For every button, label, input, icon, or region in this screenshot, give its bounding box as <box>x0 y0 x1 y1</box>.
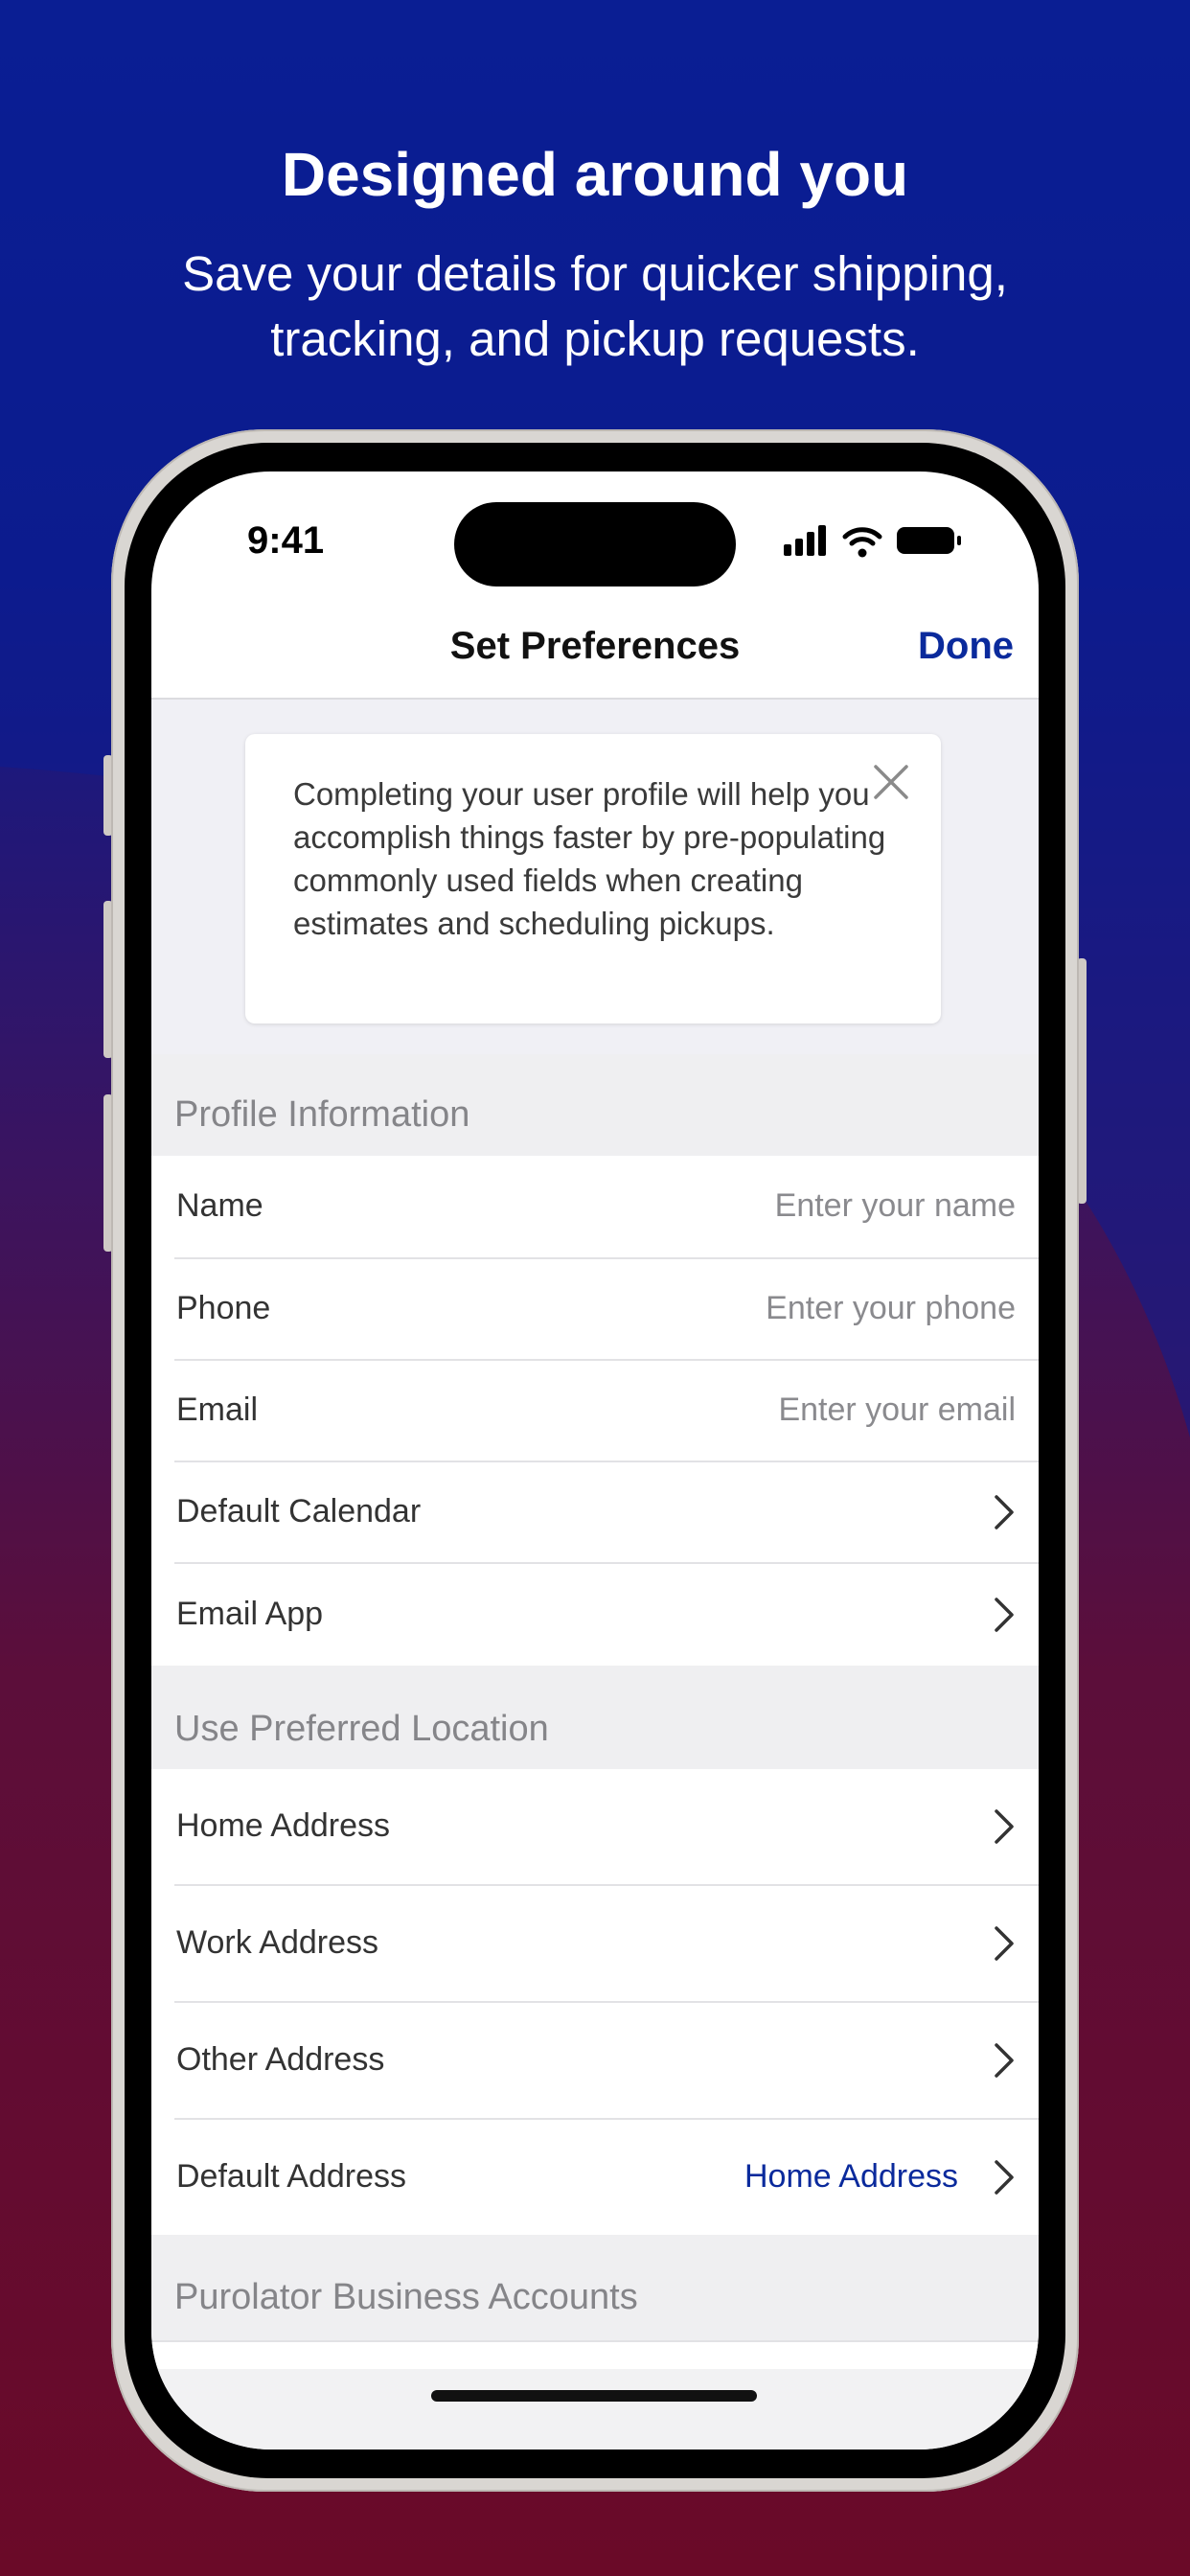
email-input[interactable]: Enter your email <box>778 1392 1016 1429</box>
default-address-label: Default Address <box>176 2158 407 2195</box>
done-button[interactable]: Done <box>918 625 1014 668</box>
other-address-row[interactable]: Other Address <box>151 2003 1039 2118</box>
home-indicator[interactable] <box>431 2390 757 2402</box>
close-icon[interactable] <box>872 763 910 801</box>
phone-label: Phone <box>176 1290 271 1326</box>
default-calendar-row[interactable]: Default Calendar <box>151 1462 1039 1562</box>
dynamic-island <box>454 502 736 586</box>
email-app-row[interactable]: Email App <box>151 1564 1039 1666</box>
phone-row[interactable]: Phone Enter your phone <box>151 1259 1039 1359</box>
home-indicator-area <box>151 2369 1039 2450</box>
name-input[interactable]: Enter your name <box>775 1187 1016 1225</box>
work-address-row[interactable]: Work Address <box>151 1886 1039 2001</box>
chevron-right-icon <box>995 1598 1014 1632</box>
default-address-row[interactable]: Default Address Home Address <box>151 2120 1039 2235</box>
default-address-value: Home Address <box>744 2158 958 2195</box>
section-header-profile: Profile Information <box>151 1054 1039 1156</box>
business-accounts-row[interactable] <box>151 2342 1039 2369</box>
signal-icon <box>784 525 826 556</box>
email-label: Email <box>176 1392 259 1428</box>
home-address-row[interactable]: Home Address <box>151 1769 1039 1884</box>
battery-icon <box>897 527 961 554</box>
chevron-right-icon <box>995 1926 1014 1961</box>
phone-input[interactable]: Enter your phone <box>766 1290 1016 1327</box>
nav-title: Set Preferences <box>449 625 741 667</box>
email-app-label: Email App <box>176 1596 324 1632</box>
status-icons <box>784 525 961 558</box>
tip-text: Completing your user profile will help y… <box>293 776 886 941</box>
name-label: Name <box>176 1187 263 1224</box>
chevron-right-icon <box>995 1495 1014 1530</box>
chevron-right-icon <box>995 2043 1014 2078</box>
section-header-business: Purolator Business Accounts <box>151 2235 1039 2340</box>
chevron-right-icon <box>995 2160 1014 2195</box>
phone-screen: 9:41 Set Preferences Done Completing you… <box>151 472 1039 2450</box>
profile-tip-card: Completing your user profile will help y… <box>245 734 941 1024</box>
home-address-label: Home Address <box>176 1807 390 1844</box>
chevron-right-icon <box>995 1809 1014 1844</box>
tip-area: Completing your user profile will help y… <box>151 700 1039 1054</box>
status-time: 9:41 <box>247 519 325 562</box>
email-row[interactable]: Email Enter your email <box>151 1361 1039 1460</box>
marketing-headline: Designed around you <box>281 140 909 209</box>
other-address-label: Other Address <box>176 2041 385 2078</box>
section-header-location: Use Preferred Location <box>151 1666 1039 1769</box>
default-calendar-label: Default Calendar <box>176 1493 422 1530</box>
marketing-subhead: Save your details for quicker shipping, … <box>182 246 1008 366</box>
wifi-icon <box>842 527 882 558</box>
work-address-label: Work Address <box>176 1924 379 1961</box>
name-row[interactable]: Name Enter your name <box>151 1156 1039 1257</box>
